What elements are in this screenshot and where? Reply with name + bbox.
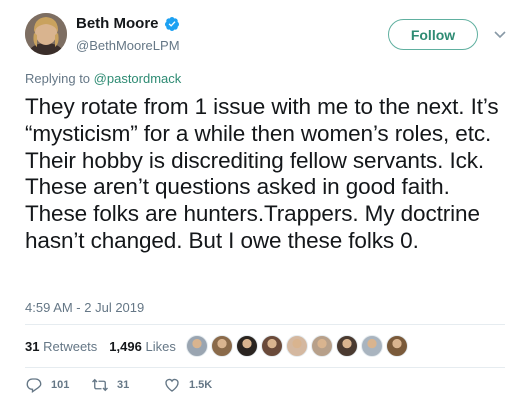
likes-count: 1,496 xyxy=(109,339,142,354)
retweets-stat[interactable]: 31 Retweets xyxy=(25,339,97,354)
author-avatar[interactable] xyxy=(25,13,67,55)
like-button[interactable]: 1.5K xyxy=(163,376,212,394)
reply-icon xyxy=(26,378,42,394)
verified-badge-icon xyxy=(164,16,179,31)
reply-mention-link[interactable]: @pastordmack xyxy=(94,71,182,86)
author-name[interactable]: Beth Moore xyxy=(76,15,159,32)
tweet-text: They rotate from 1 issue with me to the … xyxy=(25,94,499,253)
liker-avatar[interactable] xyxy=(261,335,283,357)
divider xyxy=(25,367,505,368)
liker-avatar[interactable] xyxy=(311,335,333,357)
retweets-count: 31 xyxy=(25,339,40,354)
chevron-down-icon[interactable] xyxy=(493,29,507,41)
tweet-stats: 31 Retweets 1,496 Likes xyxy=(25,339,188,354)
tweet-card: Beth Moore @BethMooreLPM Follow Replying… xyxy=(0,0,528,402)
liker-avatar[interactable] xyxy=(336,335,358,357)
reply-count: 101 xyxy=(51,379,70,391)
retweet-count: 31 xyxy=(117,379,130,391)
liker-avatar[interactable] xyxy=(286,335,308,357)
divider xyxy=(25,324,505,325)
reply-button[interactable]: 101 xyxy=(25,376,91,394)
like-count: 1.5K xyxy=(189,379,213,391)
author-name-row: Beth Moore xyxy=(76,15,180,32)
liker-avatar[interactable] xyxy=(361,335,383,357)
liker-avatar[interactable] xyxy=(236,335,258,357)
likes-stat[interactable]: 1,496 Likes xyxy=(109,339,176,354)
liker-avatar[interactable] xyxy=(186,335,208,357)
follow-button[interactable]: Follow xyxy=(388,19,478,50)
retweet-icon xyxy=(92,378,108,392)
heart-icon xyxy=(165,378,179,392)
replying-to: Replying to @pastordmack xyxy=(25,71,181,86)
retweet-button[interactable]: 31 xyxy=(91,376,163,394)
likes-label: Likes xyxy=(145,339,176,354)
tweet-actions: 101 31 1.5K xyxy=(25,376,212,394)
liker-avatar[interactable] xyxy=(211,335,233,357)
author-handle[interactable]: @BethMooreLPM xyxy=(76,38,180,53)
tweet-timestamp[interactable]: 4:59 AM - 2 Jul 2019 xyxy=(25,300,144,315)
profile-photo-icon xyxy=(25,13,67,55)
liker-avatar[interactable] xyxy=(386,335,408,357)
replying-to-label: Replying to xyxy=(25,71,94,86)
liker-avatars xyxy=(186,335,411,357)
retweets-label: Retweets xyxy=(43,339,98,354)
